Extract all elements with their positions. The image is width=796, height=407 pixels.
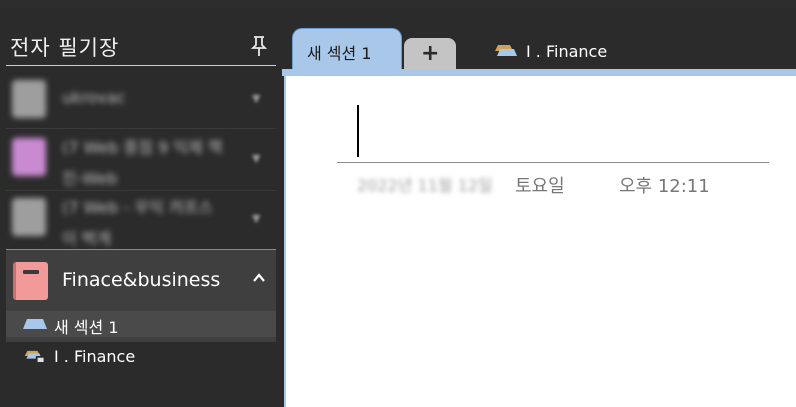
notebook-divider [6, 190, 276, 191]
tab-underline [282, 69, 796, 76]
notebook-icon [12, 138, 46, 176]
section-item-new-section[interactable]: 새 섹션 1 [6, 311, 276, 337]
page-weekday: 토요일 [515, 176, 565, 197]
notebook-icon [12, 80, 46, 118]
page-time: 오후 12:11 [619, 176, 710, 197]
page-title-underline [337, 162, 769, 163]
notebook-sidebar: 전자 필기장 ukrovac ▼ (7 Web 중점 9 익제 책진-Web ▼… [0, 8, 282, 407]
chevron-down-icon[interactable]: ▼ [252, 92, 266, 106]
section-item-finance[interactable]: I . Finance [6, 344, 276, 370]
notebook-item[interactable]: ukrovac ▼ [6, 72, 276, 128]
notebook-label: (7 Web - 우익 캬프스 이 벅게 [62, 198, 214, 248]
section-label: I . Finance [54, 347, 136, 366]
title-text-cursor [357, 105, 359, 157]
title-divider [6, 65, 276, 66]
tab-label: 새 섹션 1 [307, 44, 372, 63]
section-label: 새 섹션 1 [54, 318, 119, 337]
section-icon [23, 319, 47, 329]
note-page[interactable] [284, 76, 796, 407]
notebooks-title: 전자 필기장 [10, 36, 120, 60]
chevron-up-icon[interactable] [250, 270, 268, 288]
plus-icon: + [421, 41, 440, 66]
section-group-label: I . Finance [526, 42, 608, 61]
notebook-label: ukrovac [62, 88, 126, 107]
notebook-icon [13, 262, 48, 300]
section-group-icon [495, 45, 517, 56]
notebook-item[interactable]: (7 Web - 우익 캬프스 이 벅게 ▼ [6, 192, 276, 250]
chevron-down-icon[interactable]: ▼ [252, 152, 266, 166]
page-date: 2022년 11월 12일 [357, 176, 493, 195]
notebook-icon [12, 198, 46, 236]
section-group-icon [24, 350, 44, 362]
chevron-down-icon[interactable]: ▼ [252, 212, 266, 226]
tab-new-section[interactable]: 새 섹션 1 [292, 28, 402, 71]
notebook-divider [6, 128, 276, 129]
pin-icon[interactable] [248, 35, 270, 59]
notebook-item[interactable]: (7 Web 중점 9 익제 책진-Web ▼ [6, 130, 276, 190]
add-section-button[interactable]: + [404, 38, 456, 70]
notebook-label: (7 Web 중점 9 익제 책진-Web [62, 138, 223, 188]
active-notebook-name: Finace&business [62, 269, 221, 291]
